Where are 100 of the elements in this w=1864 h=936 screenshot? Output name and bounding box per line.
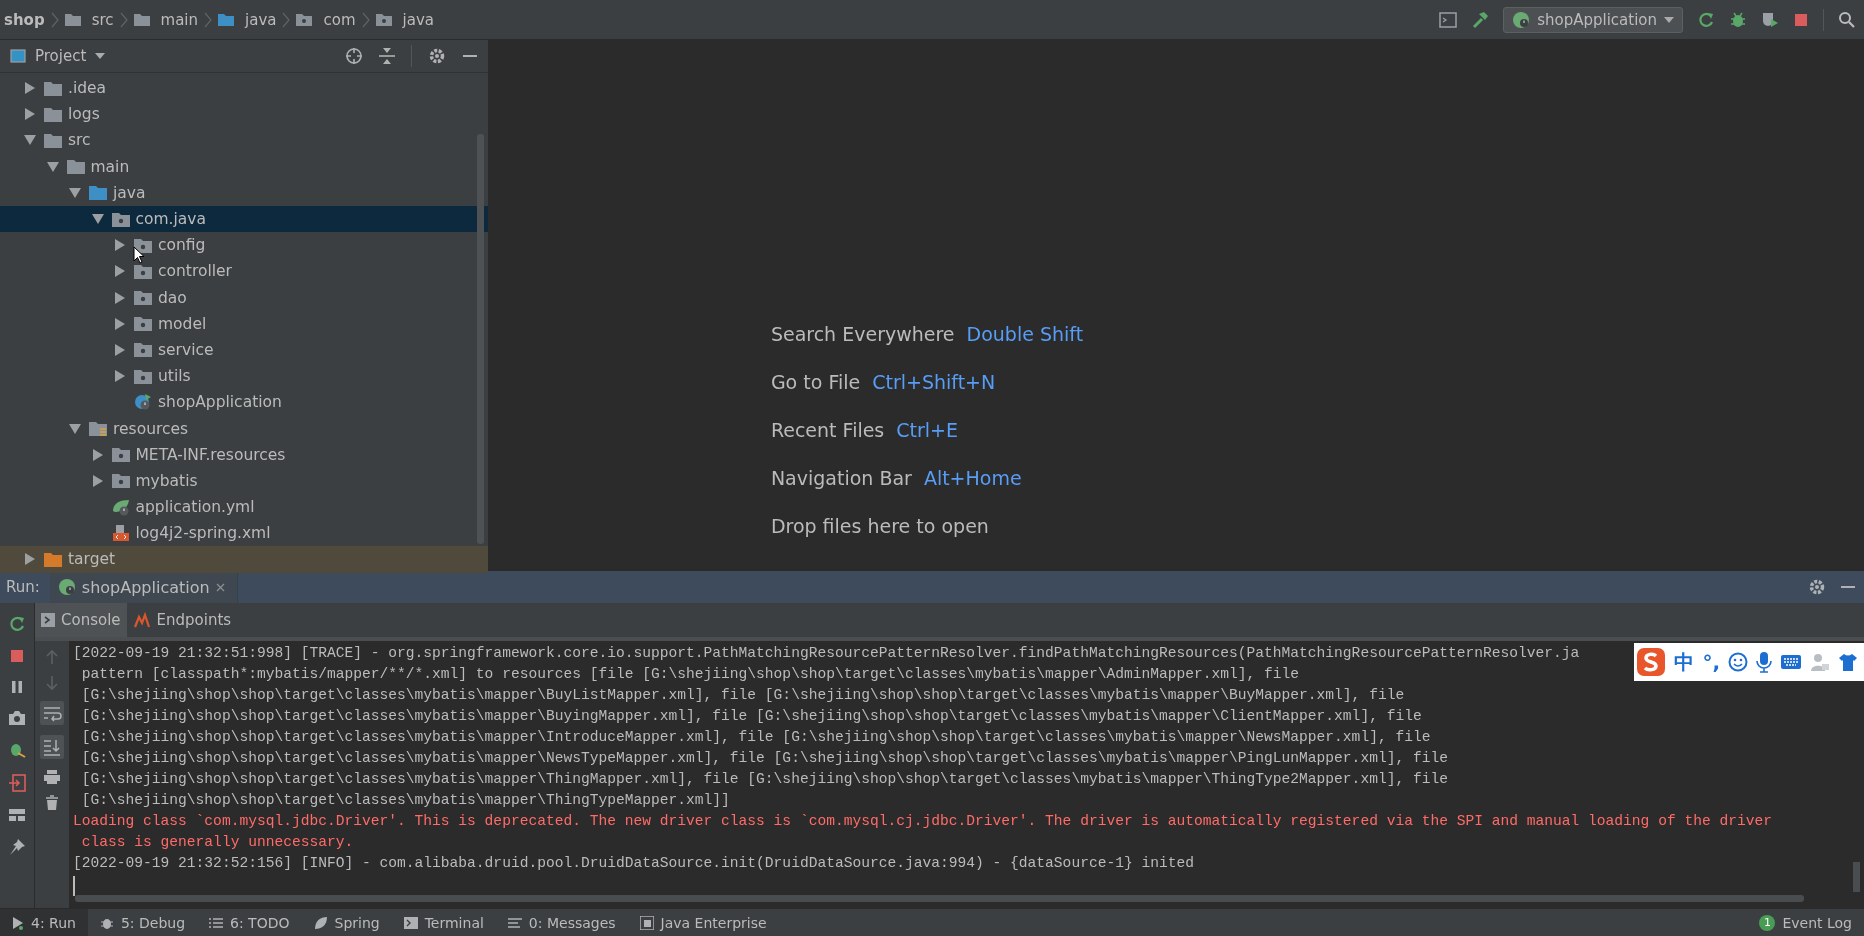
expand-arrow-icon[interactable] — [24, 553, 36, 566]
layout-icon[interactable] — [8, 807, 26, 823]
soft-wrap-icon[interactable] — [40, 701, 64, 725]
tool-window-tab[interactable]: 5: Debug — [87, 909, 198, 936]
close-icon[interactable] — [215, 582, 225, 592]
trash-icon[interactable] — [45, 795, 59, 811]
breadcrumb[interactable]: main — [133, 10, 199, 29]
caret-icon — [95, 53, 106, 59]
tool-window-tab[interactable]: 0: Messages — [495, 909, 628, 936]
tree-item[interactable]: application.yml — [0, 494, 488, 521]
hammer-icon[interactable] — [1471, 10, 1490, 29]
expand-arrow-icon[interactable] — [69, 422, 81, 435]
shirt-icon[interactable] — [1838, 652, 1858, 672]
tree-item[interactable]: shopApplication — [0, 389, 488, 416]
run-tab[interactable]: shopApplication — [49, 571, 238, 603]
tree-item[interactable]: META-INF.resources — [0, 441, 488, 468]
expand-arrow-icon[interactable] — [114, 370, 126, 383]
tree-item[interactable]: logs — [0, 101, 488, 128]
rerun-icon[interactable] — [8, 615, 26, 633]
expand-arrow-icon[interactable] — [24, 134, 36, 147]
run-label: Run: — [5, 578, 41, 596]
mouse-pointer-icon — [133, 246, 145, 264]
expand-arrow-icon[interactable] — [24, 82, 36, 95]
smiley-icon[interactable] — [1728, 652, 1748, 672]
expand-arrow-icon[interactable] — [114, 343, 126, 356]
search-icon[interactable] — [1838, 10, 1856, 29]
tree-item[interactable]: controller — [0, 258, 488, 285]
keyboard-icon[interactable] — [1780, 654, 1802, 670]
folder-icon — [134, 342, 152, 358]
project-view-dropdown[interactable]: Project — [10, 47, 106, 65]
tree-item[interactable]: .idea — [0, 75, 488, 102]
exit-icon[interactable] — [8, 774, 26, 792]
shortcut-text: Ctrl+Shift+N — [872, 371, 996, 393]
expand-arrow-icon[interactable] — [114, 265, 126, 278]
coverage-icon[interactable] — [1761, 10, 1779, 29]
spring-class-icon — [134, 393, 152, 412]
shortcut-text: Alt+Home — [923, 467, 1022, 489]
tree-item[interactable]: utils — [0, 363, 488, 390]
expand-arrow-icon[interactable] — [69, 186, 81, 199]
tree-item[interactable]: src — [0, 127, 488, 154]
tree-item[interactable]: mybatis — [0, 467, 488, 494]
tool-window-tab[interactable]: 4: Run — [0, 909, 88, 936]
tree-item[interactable]: log4j2-spring.xml — [0, 520, 488, 547]
window-icon[interactable] — [1439, 11, 1458, 28]
run-configuration-dropdown[interactable]: shopApplication — [1503, 6, 1683, 33]
console-tab[interactable]: Endpoints — [126, 603, 238, 637]
folder-icon — [89, 421, 107, 437]
expand-arrow-icon[interactable] — [114, 317, 126, 330]
microphone-icon[interactable] — [1756, 651, 1772, 673]
stop-icon[interactable] — [1793, 11, 1809, 28]
input-mode-toggle[interactable]: 中 — [1674, 648, 1695, 676]
expand-arrow-icon[interactable] — [24, 108, 36, 121]
event-log-tab[interactable]: 1 Event Log — [1747, 909, 1864, 936]
print-icon[interactable] — [43, 769, 61, 785]
tool-window-tab[interactable]: Spring — [301, 909, 392, 936]
settings-icon[interactable] — [1808, 578, 1826, 596]
breadcrumb[interactable]: src — [64, 10, 114, 29]
punctuation-toggle[interactable]: °, — [1702, 650, 1720, 674]
scrollbar[interactable] — [477, 134, 484, 544]
pause-icon[interactable] — [9, 679, 25, 695]
locate-icon[interactable] — [345, 47, 363, 65]
expand-arrow-icon[interactable] — [114, 291, 126, 304]
tree-item[interactable]: service — [0, 336, 488, 364]
tree-item[interactable]: target — [0, 546, 488, 573]
tree-item[interactable]: java — [0, 179, 488, 206]
tool-window-tab[interactable]: 6: TODO — [197, 909, 302, 936]
chevron-icon — [50, 10, 59, 29]
stop-icon[interactable] — [9, 648, 25, 664]
scroll-to-end-icon[interactable] — [40, 735, 64, 759]
expand-arrow-icon[interactable] — [114, 239, 126, 252]
breadcrumb[interactable]: java — [375, 10, 434, 29]
tree-item[interactable]: main — [0, 153, 488, 180]
breadcrumb[interactable]: com — [296, 10, 356, 29]
tree-item[interactable]: resources — [0, 415, 488, 442]
expand-arrow-icon[interactable] — [91, 213, 104, 226]
camera-icon[interactable] — [8, 710, 26, 726]
rerun-icon[interactable] — [1697, 10, 1715, 29]
tool-window-tab[interactable]: Terminal — [391, 909, 496, 936]
settings-icon[interactable] — [428, 47, 446, 65]
hint-label: Go to File — [770, 371, 861, 393]
list-icon — [209, 916, 224, 929]
breadcrumb[interactable]: java — [218, 10, 277, 29]
tree-item[interactable]: config — [0, 232, 488, 259]
pin-icon[interactable] — [8, 838, 26, 856]
expand-arrow-icon[interactable] — [46, 160, 59, 173]
scrollbar[interactable] — [75, 895, 1804, 902]
tree-item[interactable]: com.java — [0, 205, 488, 233]
collapse-icon[interactable] — [379, 47, 395, 65]
tree-item[interactable]: model — [0, 310, 488, 337]
tree-item[interactable]: dao — [0, 284, 488, 311]
console-line: pattern [classpath*:mybatis/mapper/**/*.xml] to resources [file [G:\shejiing\shop\shop\target\classes\mybatis\mapper\AdminMapper.xml], file — [80, 665, 1300, 684]
breadcrumb[interactable]: shop — [4, 10, 45, 29]
ime-logo-icon[interactable] — [1636, 647, 1667, 677]
scrollbar[interactable] — [1853, 862, 1860, 892]
expand-arrow-icon[interactable] — [91, 448, 104, 461]
hint-label: Recent Files — [770, 419, 885, 441]
tool-window-tab[interactable]: Java Enterprise — [627, 909, 779, 936]
folder-icon — [111, 447, 130, 463]
console-tab[interactable]: Console — [35, 603, 127, 637]
expand-arrow-icon[interactable] — [91, 474, 104, 487]
